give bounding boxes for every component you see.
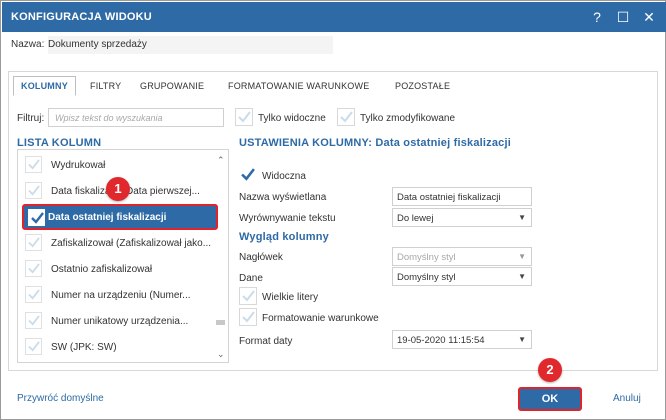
scroll-down-icon[interactable]: ⌄: [217, 349, 225, 360]
alignment-label: Wyrównywanie tekstu: [239, 213, 336, 224]
restore-defaults-link[interactable]: Przywróć domyślne: [17, 393, 104, 404]
list-item-label: SW (JPK: SW): [51, 342, 117, 353]
tab-grupowanie[interactable]: GRUPOWANIE: [140, 77, 204, 95]
uppercase-label: Wielkie litery: [262, 292, 319, 303]
list-item-label: Wydrukował: [51, 160, 106, 171]
list-item-label: Ostatnio zafiskalizował: [51, 264, 153, 275]
checkbox-icon[interactable]: [25, 234, 42, 251]
checkbox-checked-icon[interactable]: [28, 209, 45, 226]
tab-filtry[interactable]: FILTRY: [90, 77, 121, 95]
alignment-value: Do lewej: [397, 213, 434, 224]
only-visible-label: Tylko widoczne: [258, 113, 326, 124]
header-style-value: Domyślny styl: [397, 252, 456, 263]
name-label: Nazwa:: [11, 39, 45, 50]
column-list-title: LISTA KOLUMN: [17, 137, 102, 149]
tab-pozostale[interactable]: POZOSTAŁE: [395, 77, 450, 95]
tab-formatowanie-warunkowe[interactable]: FORMATOWANIE WARUNKOWE: [228, 77, 369, 95]
data-label: Dane: [239, 273, 263, 284]
visible-label: Widoczna: [262, 171, 306, 182]
scrollbar-thumb[interactable]: [216, 320, 225, 325]
list-item-label: Numer unikatowy urządzenia...: [51, 316, 189, 327]
list-item[interactable]: Numer unikatowy urządzenia...: [25, 310, 215, 332]
name-row: Nazwa: Dokumenty sprzedaży: [11, 36, 333, 54]
chevron-down-icon[interactable]: ▼: [518, 252, 526, 261]
search-input[interactable]: Wpisz tekst do wyszukania: [48, 108, 224, 127]
dialog-window: KONFIGURACJA WIDOKU ? ☐ ✕ Nazwa: Dokumen…: [0, 0, 666, 420]
list-item[interactable]: Ostatnio zafiskalizował: [25, 258, 215, 280]
data-style-select[interactable]: Domyślny styl ▼: [392, 267, 532, 286]
data-style-value: Domyślny styl: [397, 272, 456, 283]
display-name-label: Nazwa wyświetlana: [239, 192, 327, 203]
tab-kolumny[interactable]: KOLUMNY: [13, 76, 76, 96]
date-format-label: Format daty: [239, 336, 293, 347]
list-item[interactable]: SW (JPK: SW): [25, 336, 215, 358]
appearance-title: Wygląd kolumny: [239, 231, 329, 243]
checkbox-icon[interactable]: [239, 308, 257, 326]
chevron-down-icon[interactable]: ▼: [518, 335, 526, 344]
checkbox-icon[interactable]: [25, 182, 42, 199]
display-name-field[interactable]: Data ostatniej fiskalizacji: [392, 187, 532, 206]
alignment-select[interactable]: Do lewej ▼: [392, 208, 532, 227]
checkbox-icon[interactable]: [25, 286, 42, 303]
close-icon[interactable]: ✕: [640, 8, 658, 26]
list-item-label: Data ostatniej fiskalizacji: [48, 212, 167, 223]
checkbox-icon[interactable]: [25, 338, 42, 355]
list-item-selected[interactable]: Data ostatniej fiskalizacji: [22, 204, 218, 230]
dialog-title: KONFIGURACJA WIDOKU: [11, 11, 152, 23]
conditional-format-label: Formatowanie warunkowe: [262, 313, 379, 324]
checkbox-icon[interactable]: [25, 260, 42, 277]
checkbox-checked-icon[interactable]: [239, 166, 257, 184]
checkbox-icon[interactable]: [25, 156, 42, 173]
scroll-up-icon[interactable]: ⌃: [217, 155, 225, 166]
step-badge-2: 2: [538, 358, 562, 382]
list-item[interactable]: Wydrukował: [25, 154, 215, 176]
list-item-label: Zafiskalizował (Zafiskalizował jako...: [51, 238, 212, 249]
cancel-link[interactable]: Anuluj: [613, 393, 641, 404]
checkbox-icon[interactable]: [337, 108, 355, 126]
step-badge-1: 1: [106, 177, 130, 201]
only-modified-label: Tylko zmodyfikowane: [360, 113, 456, 124]
column-settings-title: USTAWIENIA KOLUMNY: Data ostatniej fiska…: [239, 137, 512, 149]
title-bar: KONFIGURACJA WIDOKU ? ☐ ✕: [2, 2, 666, 32]
chevron-down-icon[interactable]: ▼: [518, 272, 526, 281]
checkbox-icon[interactable]: [239, 287, 257, 305]
ok-button[interactable]: OK: [518, 387, 582, 411]
name-value: Dokumenty sprzedaży: [48, 36, 333, 54]
checkbox-icon[interactable]: [235, 108, 253, 126]
list-item[interactable]: Numer na urządzeniu (Numer...: [25, 284, 215, 306]
help-icon[interactable]: ?: [588, 8, 606, 26]
checkbox-icon[interactable]: [25, 312, 42, 329]
maximize-icon[interactable]: ☐: [614, 8, 632, 26]
date-format-select[interactable]: 19-05-2020 11:15:54 ▼: [392, 330, 532, 349]
filter-label: Filtruj:: [17, 113, 45, 124]
list-item-label: Numer na urządzeniu (Numer...: [51, 290, 191, 301]
header-style-select[interactable]: Domyślny styl ▼: [392, 247, 532, 266]
header-label: Nagłówek: [239, 252, 283, 263]
date-format-value: 19-05-2020 11:15:54: [397, 335, 485, 346]
list-item[interactable]: Zafiskalizował (Zafiskalizował jako...: [25, 232, 215, 254]
chevron-down-icon[interactable]: ▼: [518, 213, 526, 222]
